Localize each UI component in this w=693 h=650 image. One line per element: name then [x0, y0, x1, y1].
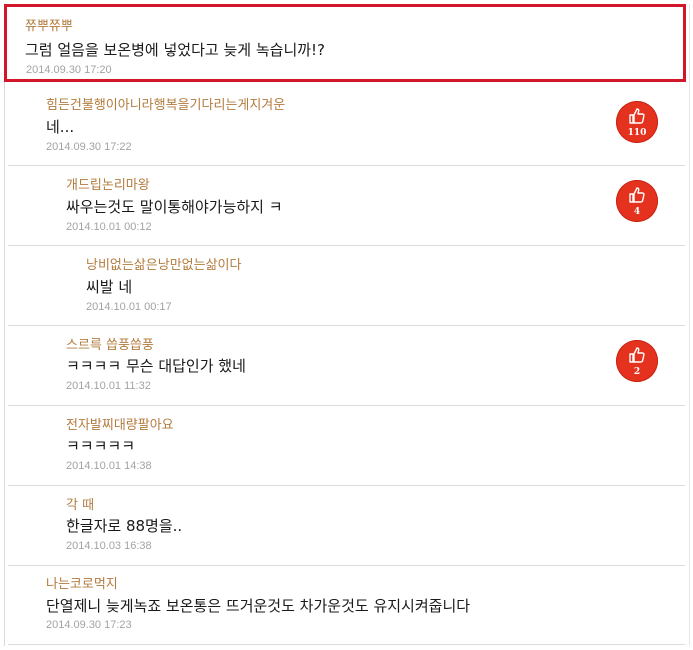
comment-date: 2014.10.01 00:12 — [66, 221, 152, 233]
like-count: 2 — [633, 367, 641, 377]
comment-author[interactable]: 각 때 — [66, 494, 94, 513]
comment-date: 2014.10.01 14:38 — [66, 460, 152, 472]
comment-author[interactable]: 개드립논리마왕 — [66, 174, 150, 193]
comment-text: 네... — [46, 118, 75, 136]
like-button[interactable]: 110 — [616, 101, 658, 143]
comment-date: 2014.10.03 16:38 — [66, 540, 152, 552]
comment-text: 씨발 네 — [86, 278, 133, 296]
comment-item: 전자발찌대량팔아요 ㅋㅋㅋㅋㅋ 2014.10.01 14:38 — [4, 406, 685, 486]
comment-author[interactable]: 쮸뿌쮸뿌 — [25, 15, 73, 34]
comment-text: 싸우는것도 말이통해야가능하지 ㅋ — [66, 198, 283, 216]
comment-text: 한글자로 88명을.. — [66, 517, 183, 535]
comment-date: 2014.10.01 11:32 — [66, 380, 151, 392]
comment-date: 2014.09.30 17:20 — [26, 64, 112, 76]
like-button[interactable]: 2 — [616, 340, 658, 382]
like-button[interactable]: 4 — [616, 180, 658, 222]
thumbs-up-icon — [629, 108, 645, 124]
comment-date: 2014.09.30 17:23 — [46, 619, 132, 631]
comment-item: 낭비없는삶은낭만없는삶이다 씨발 네 2014.10.01 00:17 — [4, 246, 685, 326]
comment-date: 2014.09.30 17:22 — [46, 141, 132, 153]
like-count: 4 — [633, 207, 641, 217]
comment-item: 개드립논리마왕 싸우는것도 말이통해야가능하지 ㅋ 2014.10.01 00:… — [4, 166, 685, 246]
divider — [8, 644, 685, 645]
thumbs-up-icon — [629, 347, 645, 363]
comment-author[interactable]: 힘든건불행이아니라행복을기다리는게지겨운 — [46, 94, 285, 113]
comment-item: 나는코로먹지 단열제니 늦게녹죠 보온통은 뜨거운것도 차가운것도 유지시켜줍니… — [4, 566, 685, 644]
comment-item: 힘든건불행이아니라행복을기다리는게지겨운 네... 2014.09.30 17:… — [4, 86, 685, 166]
comment-text: ㅋㅋㅋㅋ 무슨 대답인가 했네 — [66, 357, 246, 375]
comment-item: 스르륵 씁풍씁풍 ㅋㅋㅋㅋ 무슨 대답인가 했네 2014.10.01 11:3… — [4, 326, 685, 406]
like-count: 110 — [627, 128, 647, 138]
comment-item: 각 때 한글자로 88명을.. 2014.10.03 16:38 — [4, 486, 685, 566]
comment-author[interactable]: 스르륵 씁풍씁풍 — [66, 334, 154, 353]
comment-text: 그럼 얼음을 보온병에 넣었다고 늦게 녹습니까!? — [25, 41, 326, 59]
comment-text: 단열제니 늦게녹죠 보온통은 뜨거운것도 차가운것도 유지시켜줍니다 — [46, 597, 471, 615]
comment-text: ㅋㅋㅋㅋㅋ — [66, 437, 136, 455]
comment-author[interactable]: 전자발찌대량팔아요 — [66, 414, 174, 433]
comment-author[interactable]: 낭비없는삶은낭만없는삶이다 — [86, 254, 241, 273]
thumbs-up-icon — [629, 187, 645, 203]
comment-date: 2014.10.01 00:17 — [86, 301, 172, 313]
comment-item-highlighted: 쮸뿌쮸뿌 그럼 얼음을 보온병에 넣었다고 늦게 녹습니까!? 2014.09.… — [4, 4, 686, 82]
comment-author[interactable]: 나는코로먹지 — [46, 573, 118, 592]
